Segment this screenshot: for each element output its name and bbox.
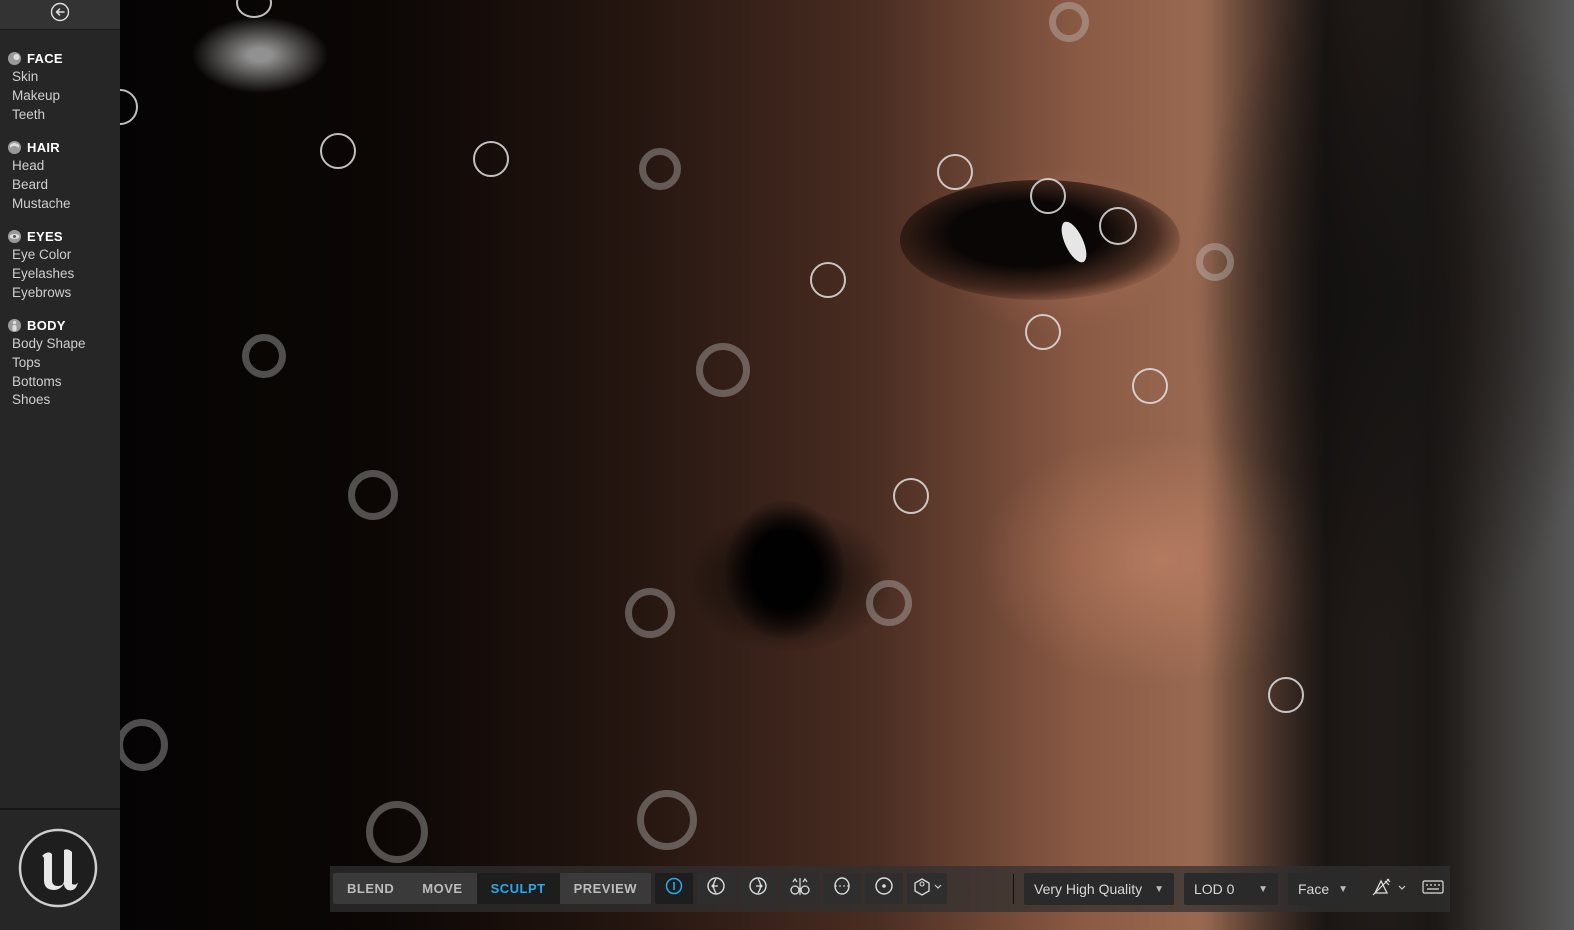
region-dropdown[interactable]: Face ▼ <box>1288 873 1358 905</box>
view-tools <box>655 873 947 904</box>
viewport[interactable] <box>120 0 1574 930</box>
sidebar-item-makeup[interactable]: Makeup <box>0 87 120 106</box>
section-title: HAIR <box>27 139 60 155</box>
sculpt-marker[interactable] <box>242 334 286 378</box>
section-title: BODY <box>27 317 66 333</box>
sidebar: FACE Skin Makeup Teeth HAIR Head Beard M… <box>0 0 120 930</box>
sculpt-marker[interactable] <box>637 790 697 850</box>
section-body: BODY Body Shape Tops Bottoms Shoes <box>0 315 120 410</box>
face-right-icon <box>748 876 768 901</box>
face-left-icon <box>706 876 726 901</box>
face-front-button[interactable] <box>823 873 861 904</box>
sidebar-item-eyelashes[interactable]: Eyelashes <box>0 265 120 284</box>
sculpt-marker[interactable] <box>810 262 846 298</box>
sidebar-item-body-shape[interactable]: Body Shape <box>0 335 120 354</box>
body-icon <box>8 318 21 332</box>
back-button[interactable] <box>0 0 120 30</box>
sidebar-item-eyebrows[interactable]: Eyebrows <box>0 284 120 303</box>
sculpt-marker[interactable] <box>1268 677 1304 713</box>
sculpt-marker[interactable] <box>348 470 398 520</box>
section-eyes: EYES Eye Color Eyelashes Eyebrows <box>0 226 120 302</box>
sculpt-marker[interactable] <box>120 89 138 125</box>
face-icon <box>8 51 21 65</box>
nostril <box>725 500 845 640</box>
section-title: EYES <box>27 228 63 244</box>
eye-icon <box>8 229 21 243</box>
keyboard-shortcuts-button[interactable] <box>1418 873 1448 905</box>
mode-selector: BLEND MOVE SCULPT PREVIEW <box>333 873 652 904</box>
rotate-left-button[interactable] <box>697 873 735 904</box>
bottom-toolbar: BLEND MOVE SCULPT PREVIEW Very High Qual… <box>330 866 1450 912</box>
hair-icon <box>8 140 21 154</box>
sidebar-item-tops[interactable]: Tops <box>0 354 120 373</box>
chevron-down-icon: ▼ <box>1258 883 1268 895</box>
face-front-icon <box>832 876 852 901</box>
info-button[interactable] <box>655 873 693 904</box>
sculpt-marker[interactable] <box>937 154 973 190</box>
chevron-down-icon: ▼ <box>1154 883 1164 895</box>
target-icon <box>874 876 894 901</box>
sculpt-marker[interactable] <box>696 343 750 397</box>
sidebar-item-head[interactable]: Head <box>0 157 120 176</box>
section-header-eyes[interactable]: EYES <box>0 226 120 246</box>
lod-dropdown[interactable]: LOD 0 ▼ <box>1184 873 1278 905</box>
sculpt-marker[interactable] <box>1099 207 1137 245</box>
section-header-face[interactable]: FACE <box>0 48 120 68</box>
section-face: FACE Skin Makeup Teeth <box>0 48 120 124</box>
back-arrow-icon <box>50 2 70 27</box>
toolbar-separator <box>1013 874 1014 904</box>
section-header-body[interactable]: BODY <box>0 315 120 335</box>
mode-sculpt-button[interactable]: SCULPT <box>476 873 560 904</box>
quality-dropdown[interactable]: Very High Quality ▼ <box>1024 873 1174 905</box>
mode-move-button[interactable]: MOVE <box>408 873 476 904</box>
sculpt-marker[interactable] <box>366 801 428 863</box>
rotate-right-button[interactable] <box>739 873 777 904</box>
sidebar-item-mustache[interactable]: Mustache <box>0 195 120 214</box>
sculpt-marker[interactable] <box>1025 314 1061 350</box>
sculpt-marker[interactable] <box>1030 178 1066 214</box>
quality-value: Very High Quality <box>1034 881 1143 897</box>
sculpt-marker[interactable] <box>320 133 356 169</box>
unreal-logo <box>18 828 98 908</box>
lighting-menu-button[interactable] <box>1370 873 1410 905</box>
sculpt-marker[interactable] <box>639 148 681 190</box>
lighting-icon <box>1371 877 1409 902</box>
sculpt-marker[interactable] <box>1132 368 1168 404</box>
section-hair: HAIR Head Beard Mustache <box>0 137 120 213</box>
sculpt-marker[interactable] <box>893 478 929 514</box>
camera-menu-button[interactable] <box>907 873 947 904</box>
sidebar-divider <box>0 808 120 810</box>
mode-preview-button[interactable]: PREVIEW <box>560 873 651 904</box>
sculpt-marker[interactable] <box>1049 2 1089 42</box>
sidebar-item-beard[interactable]: Beard <box>0 176 120 195</box>
sculpt-marker[interactable] <box>120 719 168 771</box>
body-camera-icon <box>912 876 942 901</box>
sidebar-item-skin[interactable]: Skin <box>0 68 120 87</box>
sculpt-marker[interactable] <box>473 141 509 177</box>
sidebar-item-teeth[interactable]: Teeth <box>0 106 120 125</box>
region-value: Face <box>1298 881 1330 897</box>
symmetry-icon <box>789 876 811 901</box>
keyboard-icon <box>1422 879 1444 899</box>
hair-strands <box>1200 0 1480 930</box>
mode-blend-button[interactable]: BLEND <box>333 873 408 904</box>
sculpt-marker[interactable] <box>625 588 675 638</box>
section-header-hair[interactable]: HAIR <box>0 137 120 157</box>
symmetry-button[interactable] <box>781 873 819 904</box>
lod-value: LOD 0 <box>1194 881 1235 897</box>
sidebar-item-shoes[interactable]: Shoes <box>0 391 120 410</box>
sculpt-marker[interactable] <box>866 580 912 626</box>
chevron-down-icon: ▼ <box>1338 883 1348 895</box>
sculpt-marker[interactable] <box>1196 243 1234 281</box>
section-title: FACE <box>27 50 63 66</box>
sidebar-item-eye-color[interactable]: Eye Color <box>0 246 120 265</box>
sidebar-item-bottoms[interactable]: Bottoms <box>0 373 120 392</box>
info-icon <box>665 877 683 900</box>
eye-left-highlight <box>180 10 340 100</box>
focus-button[interactable] <box>865 873 903 904</box>
